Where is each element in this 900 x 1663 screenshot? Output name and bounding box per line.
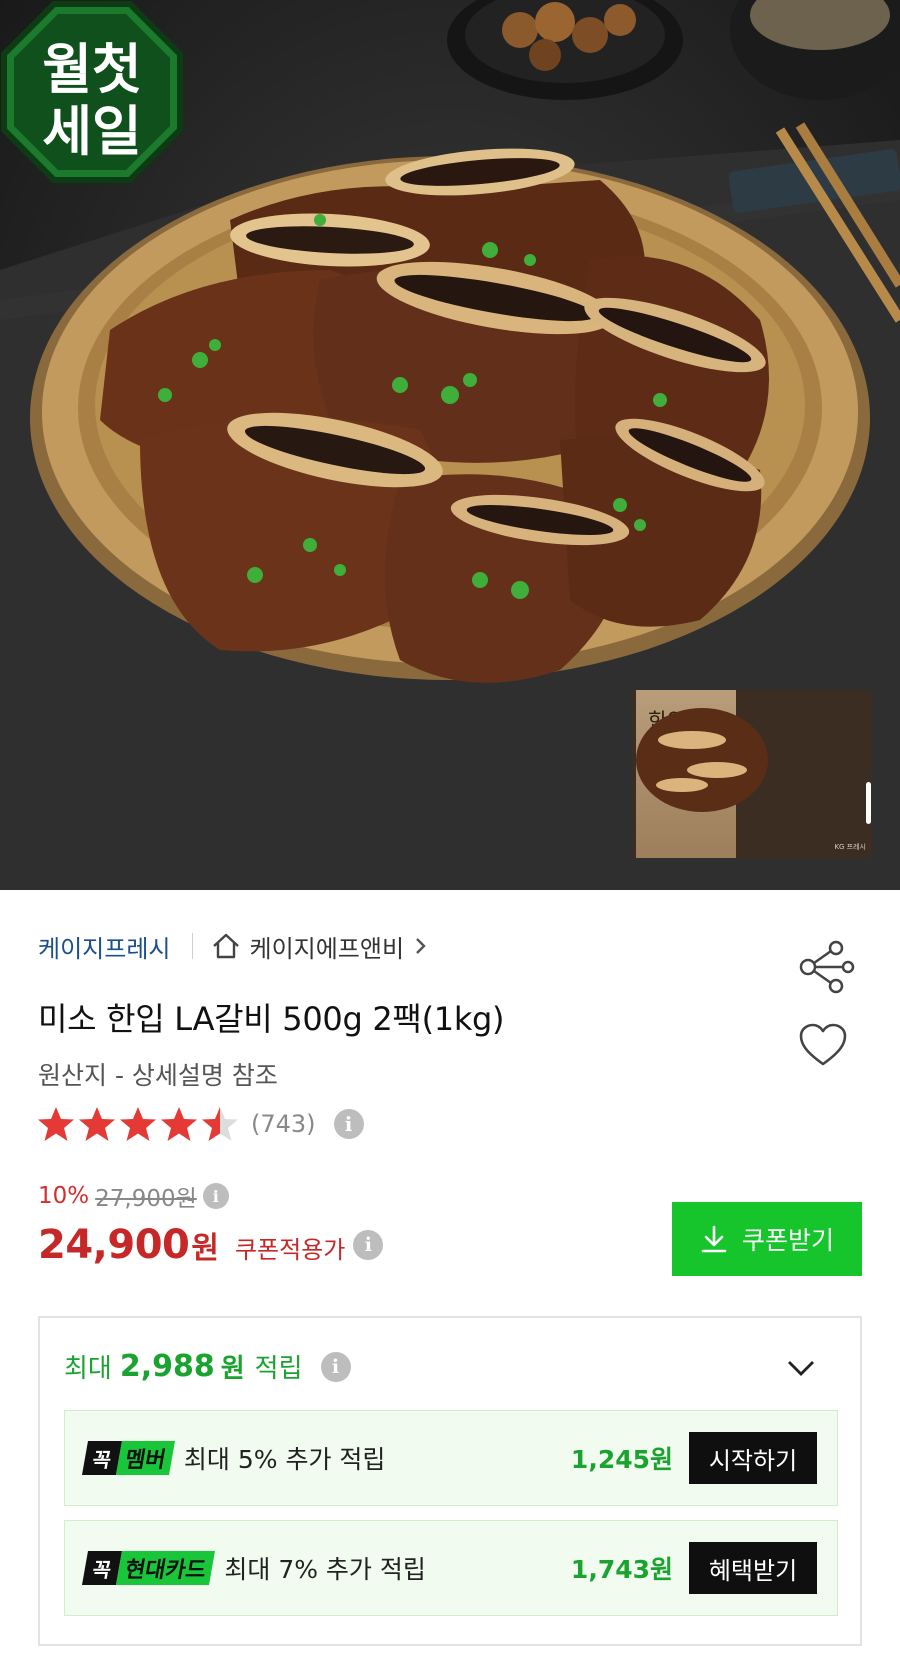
points-panel: 최대 2,988 원 적립 i 꼭 멤버 최대 5% 추가 적립 1,245원 …	[38, 1316, 862, 1646]
original-price: 27,900원	[95, 1186, 197, 1212]
points-header[interactable]: 최대 2,988 원 적립 i	[64, 1348, 351, 1385]
star-full-icon	[120, 1107, 156, 1141]
month-first-sale-badge: 월첫 세일	[1, 1, 183, 183]
points-unit: 원	[220, 1354, 245, 1384]
discount-rate: 10%	[38, 1183, 90, 1209]
badge-text-line1: 월첫	[42, 38, 141, 101]
star-half-icon	[202, 1107, 238, 1141]
get-coupon-label: 쿠폰받기	[741, 1226, 834, 1255]
chevron-down-icon[interactable]	[786, 1358, 816, 1378]
sale-price: 24,900	[38, 1222, 190, 1268]
member-tag: 꼭 멤버	[82, 1441, 175, 1475]
member-benefit-amount: 1,245원	[570, 1445, 673, 1474]
rating-stars	[36, 1104, 241, 1144]
points-suffix: 적립	[254, 1354, 303, 1384]
discount-row: 10% 27,900원 i	[38, 1178, 229, 1214]
member-tag-label: 멤버	[116, 1441, 175, 1475]
seller-row: 케이지프레시 케이지에프앤비	[38, 928, 428, 964]
card-tag-label: 현대카드	[116, 1551, 216, 1585]
star-full-icon	[161, 1107, 197, 1141]
chevron-right-icon[interactable]	[414, 936, 428, 956]
product-title: 미소 한입 LA갈비 500g 2팩(1kg)	[38, 1000, 505, 1038]
benefit-row-member: 꼭 멤버 최대 5% 추가 적립 1,245원 시작하기	[64, 1410, 838, 1506]
image-scroll-indicator	[866, 782, 871, 824]
member-benefit-description: 최대 5% 추가 적립	[183, 1445, 386, 1474]
rating-row[interactable]: (743) i	[36, 1104, 364, 1144]
coupon-price-info-icon[interactable]: i	[353, 1230, 384, 1260]
seller-name-link[interactable]: 케이지프레시	[38, 929, 170, 964]
seller-divider	[192, 933, 194, 959]
points-amount: 2,988	[119, 1349, 215, 1384]
badge-text-line2: 세일	[42, 100, 141, 163]
benefit-row-card: 꼭 현대카드 최대 7% 추가 적립 1,743원 혜택받기	[64, 1520, 838, 1616]
share-icon[interactable]	[798, 940, 860, 994]
points-prefix: 최대	[64, 1354, 112, 1384]
download-icon	[701, 1225, 727, 1253]
rating-info-icon[interactable]: i	[333, 1109, 364, 1139]
review-count[interactable]: (743)	[251, 1110, 316, 1138]
home-icon[interactable]	[211, 931, 241, 961]
product-origin: 원산지 - 상세설명 참조	[38, 1061, 278, 1090]
card-benefit-amount: 1,743원	[570, 1555, 673, 1584]
product-image[interactable]: 월첫 세일 한입 LA갈비 KG 프레시	[0, 0, 900, 890]
card-benefit-button[interactable]: 혜택받기	[689, 1542, 817, 1594]
store-name-link[interactable]: 케이지에프앤비	[249, 929, 404, 964]
package-brand: KG 프레시	[834, 843, 866, 851]
get-coupon-button[interactable]: 쿠폰받기	[672, 1202, 862, 1276]
heart-icon[interactable]	[798, 1022, 848, 1068]
sale-price-unit: 원	[191, 1231, 219, 1266]
price-info-icon[interactable]: i	[202, 1183, 229, 1209]
package-food-photo	[636, 708, 768, 812]
card-benefit-description: 최대 7% 추가 적립	[224, 1555, 426, 1584]
points-info-icon[interactable]: i	[320, 1351, 351, 1382]
member-start-button[interactable]: 시작하기	[689, 1432, 817, 1484]
coupon-applied-label: 쿠폰적용가	[234, 1236, 346, 1264]
star-full-icon	[38, 1107, 74, 1141]
card-tag: 꼭 현대카드	[82, 1551, 216, 1585]
package-thumbnail: 한입 LA갈비 KG 프레시	[632, 690, 872, 858]
sale-price-row: 24,900 원 쿠폰적용가 i	[38, 1222, 384, 1268]
star-full-icon	[79, 1107, 115, 1141]
